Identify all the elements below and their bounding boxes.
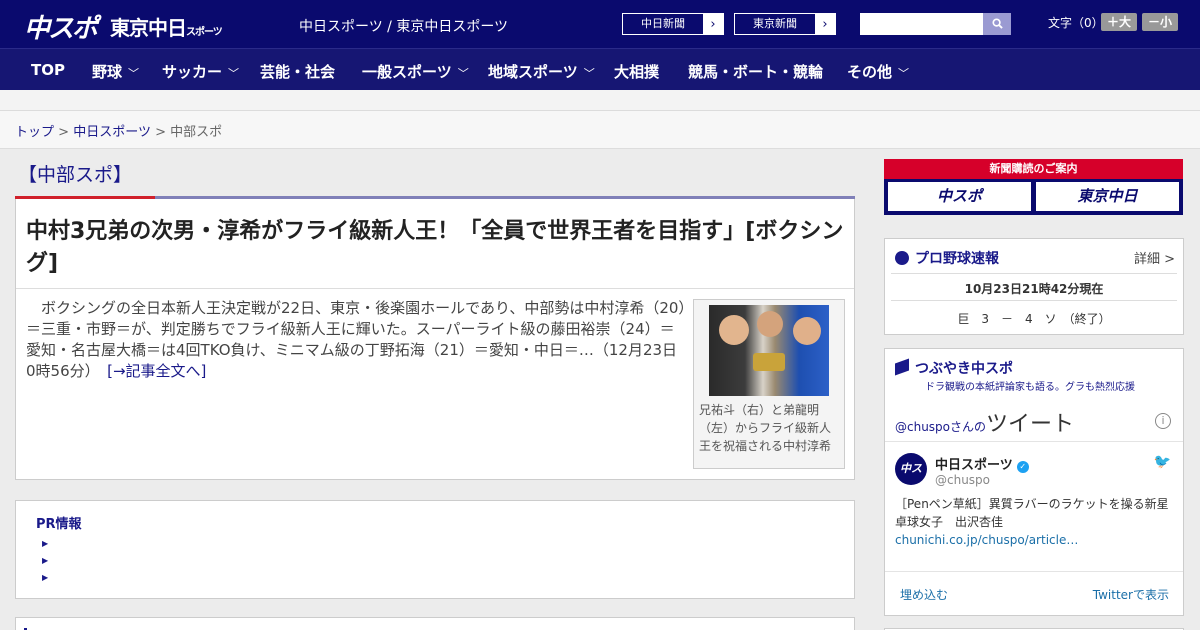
divider [16, 288, 854, 289]
breadcrumb-chunichi-sports[interactable]: 中日スポーツ [73, 125, 151, 140]
tweet-author-name[interactable]: 中日スポーツ ✓ [935, 454, 1029, 473]
view-on-twitter-link[interactable]: Twitterで表示 [1093, 586, 1169, 603]
tweet-link[interactable]: chunichi.co.jp/chuspo/article… [895, 533, 1078, 547]
pr-title: PR情報 [36, 517, 82, 532]
pr-item[interactable]: ▶ [42, 573, 48, 582]
breadcrumb-current: 中部スポ [170, 125, 223, 140]
twitter-widget: つぶやき中スポ ドラ観戦の本紙評論家も語る。グラも熱烈応援 @chuspoさんの… [884, 348, 1184, 616]
article-card: 中村3兄弟の次男・淳希がフライ級新人王！「全員で世界王者を目指す」[ボクシング]… [15, 196, 855, 480]
nav-item-soccer[interactable]: サッカー ﹀ [162, 61, 239, 82]
next-section-box [15, 617, 855, 630]
subscribe-tokyo-logo[interactable]: 東京中日 [1036, 182, 1179, 211]
search-button[interactable] [983, 13, 1011, 35]
font-smaller-button[interactable]: －小 [1142, 13, 1179, 31]
nav-item-general-sports[interactable]: 一般スポーツ ﹀ [362, 61, 469, 82]
chevron-right-icon: › [710, 16, 716, 32]
baseball-scores-widget: プロ野球速報 詳細 > 10月23日21時42分現在 巨 3 － 4 ソ （終了… [884, 238, 1184, 335]
nav-label: 野球 [92, 63, 123, 81]
nav-label: その他 [847, 63, 893, 81]
article-photo[interactable] [709, 305, 829, 396]
pr-item[interactable]: ▶ [42, 556, 48, 565]
article-top-bar [15, 196, 855, 199]
chevron-down-icon: ﹀ [583, 67, 595, 80]
nav-label: 一般スポーツ [362, 63, 452, 81]
divider [891, 273, 1177, 274]
divider [885, 441, 1183, 442]
tokyo-logo-text: 東京中日 [110, 16, 187, 40]
chevron-right-icon: › [822, 16, 828, 32]
verified-icon: ✓ [1016, 461, 1029, 473]
chevron-down-icon: ﹀ [457, 67, 469, 80]
nav-label: サッカー [162, 63, 223, 81]
nav-item-top[interactable]: TOP [31, 61, 65, 79]
pr-box: PR情報 ▶ ▶ ▶ [15, 500, 855, 599]
twitter-widget-title: つぶやき中スポ [895, 358, 1013, 378]
embed-link[interactable]: 埋め込む [900, 586, 948, 603]
font-size-label: 文字（0） [1048, 16, 1104, 30]
baseball-updated-time: 10月23日21時42分現在 [964, 282, 1104, 296]
nav-label: 競馬・ボート・競輪 [688, 63, 824, 81]
chevron-down-icon: ﹀ [128, 67, 140, 80]
tokyo-shimbun-link[interactable]: 東京新聞 › [734, 13, 836, 35]
font-larger-button[interactable]: ＋大 [1101, 13, 1138, 31]
chunichi-shimbun-label: 中日新聞 [623, 14, 703, 34]
chuspo-logo[interactable]: 中スポ [24, 8, 98, 45]
subscribe-chuspo-logo[interactable]: 中スポ [888, 182, 1031, 211]
breadcrumb: トップ > 中日スポーツ > 中部スポ [0, 111, 1200, 149]
sub-nav-strip [0, 90, 1200, 111]
breadcrumb-separator: > [58, 125, 70, 140]
divider [885, 571, 1183, 572]
pr-item[interactable]: ▶ [42, 539, 48, 548]
nav-label: 芸能・社会 [260, 63, 336, 81]
baseball-detail-link[interactable]: 詳細 > [1134, 248, 1175, 267]
baseball-widget-title: プロ野球速報 [895, 248, 999, 268]
tokyo-chunichi-logo[interactable]: 東京中日スポーツ [110, 12, 223, 41]
search-input[interactable] [860, 13, 984, 35]
twitter-widget-subtitle: ドラ観戦の本紙評論家も語る。グラも熱烈応援 [925, 382, 1135, 393]
nav-label: 地域スポーツ [488, 63, 578, 81]
tweet-author-handle[interactable]: @chuspo [935, 473, 990, 487]
megaphone-icon [895, 358, 909, 376]
nav-label: TOP [31, 61, 65, 79]
read-more-link[interactable]: [→記事全文へ] [107, 362, 206, 380]
chevron-down-icon: ﹀ [228, 67, 240, 80]
article-body: ボクシングの全日本新人王決定戦が22日、東京・後楽園ホールであり、中部勢は中村淳… [26, 298, 686, 382]
tokyo-logo-small: スポーツ [186, 27, 223, 38]
tweet-text: ［Penペン草紙］異質ラバーのラケットを操る新星 卓球女子 出沢杏佳 [895, 497, 1181, 529]
nav-item-sumo[interactable]: 大相撲 [614, 61, 659, 82]
info-icon[interactable]: i [1155, 413, 1171, 429]
article-headline[interactable]: 中村3兄弟の次男・淳希がフライ級新人王！「全員で世界王者を目指す」[ボクシング] [26, 216, 852, 280]
baseball-icon [895, 251, 909, 265]
nav-item-entertainment[interactable]: 芸能・社会 [260, 61, 335, 82]
tweets-header[interactable]: @chuspoさんのツイート [895, 406, 1074, 438]
top-header: 中スポ 東京中日スポーツ 中日スポーツ / 東京中日スポーツ 中日新聞 › 東京… [0, 0, 1200, 48]
chevron-down-icon: ﹀ [898, 67, 910, 80]
breadcrumb-separator: > [155, 125, 166, 140]
article-photo-box: 兄祐斗（右）と弟龍明（左）からフライ級新人王を祝福される中村淳希 [693, 299, 845, 469]
site-name: 中日スポーツ / 東京中日スポーツ [299, 19, 509, 35]
baseball-score[interactable]: 巨 3 － 4 ソ （終了） [885, 310, 1183, 327]
search-icon [991, 18, 1003, 29]
nav-item-other[interactable]: その他 ﹀ [847, 61, 909, 82]
breadcrumb-top[interactable]: トップ [15, 125, 54, 140]
twitter-bird-icon[interactable]: 🐦 [1154, 454, 1171, 470]
photo-caption: 兄祐斗（右）と弟龍明（左）からフライ級新人王を祝福される中村淳希 [699, 403, 832, 453]
nav-item-local-sports[interactable]: 地域スポーツ ﹀ [488, 61, 595, 82]
tokyo-shimbun-label: 東京新聞 [735, 14, 815, 34]
divider [891, 300, 1177, 301]
nav-item-baseball[interactable]: 野球 ﹀ [92, 61, 139, 82]
nav-item-racing[interactable]: 競馬・ボート・競輪 [688, 61, 823, 82]
nav-label: 大相撲 [614, 63, 660, 81]
subscribe-banner[interactable]: 新聞購読のご案内 中スポ 東京中日 [884, 159, 1183, 215]
main-nav: TOP 野球 ﹀ サッカー ﹀ 芸能・社会 一般スポーツ ﹀ 地域スポーツ ﹀ 大相撲 … [0, 48, 1200, 90]
section-title: 【中部スポ】 [18, 164, 133, 186]
chunichi-shimbun-link[interactable]: 中日新聞 › [622, 13, 724, 35]
subscribe-title: 新聞購読のご案内 [884, 159, 1183, 179]
avatar[interactable]: 中スポ [895, 453, 927, 507]
